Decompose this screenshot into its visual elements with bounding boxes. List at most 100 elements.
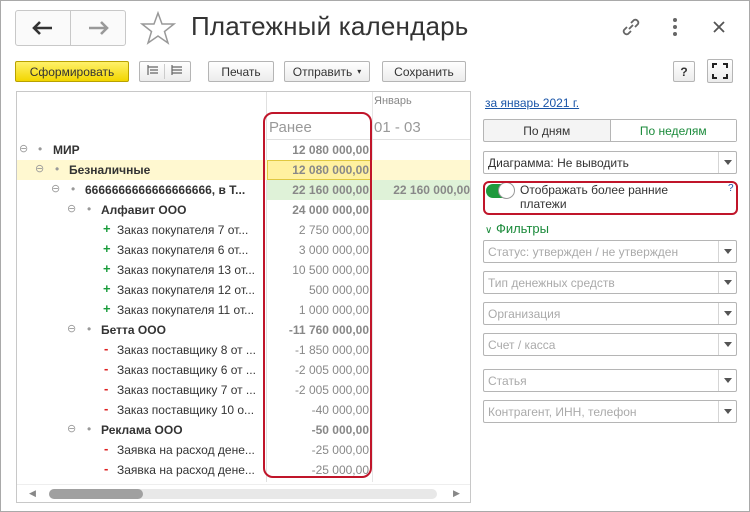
star-icon[interactable] xyxy=(140,11,176,45)
print-button[interactable]: Печать xyxy=(208,61,274,82)
table-row[interactable]: ⊖ • Безналичные 12 080 000,00 xyxy=(17,160,470,180)
row-label: Заказ покупателя 6 от... xyxy=(117,243,249,257)
back-button[interactable] xyxy=(16,11,70,45)
more-icon[interactable] xyxy=(663,15,687,39)
collapse-icon[interactable]: ⊖ xyxy=(51,182,60,195)
filter-placeholder: Организация xyxy=(488,307,561,321)
row-label: Заказ покупателя 7 от... xyxy=(117,223,249,237)
money-type-filter[interactable]: Тип денежных средств xyxy=(483,271,737,294)
arrow-right-icon xyxy=(89,21,109,35)
period-link[interactable]: за январь 2021 г. xyxy=(485,96,579,110)
filters-header[interactable]: ∨ Фильтры xyxy=(485,221,549,236)
send-label: Отправить xyxy=(292,64,353,79)
bullet-icon: • xyxy=(71,182,76,196)
filter-placeholder: Контрагент, ИНН, телефон xyxy=(488,405,637,419)
window: Платежный календарь Сформировать Печать … xyxy=(0,0,750,512)
filters-title: Фильтры xyxy=(495,221,549,236)
save-button[interactable]: Сохранить xyxy=(382,61,466,82)
table-row[interactable]: + Заказ покупателя 12 от... 500 000,00 xyxy=(17,280,470,300)
table-row[interactable]: - Заказ поставщику 10 о... -40 000,00 xyxy=(17,400,470,420)
income-icon: + xyxy=(103,301,111,316)
table-row[interactable]: ⊖ • 6666666666666666666, в Т... 22 160 0… xyxy=(17,180,470,200)
bullet-icon: • xyxy=(87,202,92,216)
highlight-annotation xyxy=(263,112,372,478)
chevron-down-icon: ▾ xyxy=(357,67,362,76)
filter-placeholder: Счет / касса xyxy=(488,338,556,352)
table-row[interactable]: - Заказ поставщику 8 от ... -1 850 000,0… xyxy=(17,340,470,360)
chevron-down-icon[interactable] xyxy=(718,401,736,422)
collapse-icon[interactable]: ⊖ xyxy=(67,202,76,215)
chevron-down-icon[interactable] xyxy=(718,334,736,355)
row-label: Заказ поставщику 7 от ... xyxy=(117,383,256,397)
title-actions xyxy=(619,15,731,39)
expense-icon: - xyxy=(104,341,109,356)
table-row[interactable]: - Заявка на расход дене... -25 000,00 xyxy=(17,460,470,480)
row-label: Заказ поставщику 8 от ... xyxy=(117,343,256,357)
bullet-icon: • xyxy=(38,142,43,156)
collapse-icon[interactable]: ⊖ xyxy=(67,322,76,335)
item-filter[interactable]: Статья xyxy=(483,369,737,392)
table-row[interactable]: ⊖ • Реклама ООО -50 000,00 xyxy=(17,420,470,440)
organization-filter[interactable]: Организация xyxy=(483,302,737,325)
table-row[interactable]: - Заявка на расход дене... -25 000,00 xyxy=(17,440,470,460)
filter-placeholder: Статус: утвержден / не утвержден xyxy=(488,245,679,259)
scroll-thumb[interactable] xyxy=(49,489,143,499)
chevron-down-icon[interactable] xyxy=(718,370,736,391)
table-row[interactable]: + Заказ покупателя 11 от... 1 000 000,00 xyxy=(17,300,470,320)
by-weeks-tab[interactable]: По неделям xyxy=(609,120,736,141)
chevron-down-icon[interactable] xyxy=(718,152,736,173)
table-row[interactable]: - Заказ поставщику 7 от ... -2 005 000,0… xyxy=(17,380,470,400)
send-button[interactable]: Отправить ▾ xyxy=(284,61,370,82)
row-label: Заявка на расход дене... xyxy=(117,443,255,457)
table-row[interactable]: + Заказ покупателя 13 от... 10 500 000,0… xyxy=(17,260,470,280)
scroll-right-icon[interactable]: ▶ xyxy=(453,488,460,499)
expense-icon: - xyxy=(104,401,109,416)
expense-icon: - xyxy=(104,361,109,376)
table-row[interactable]: ⊖ • МИР 12 080 000,00 xyxy=(17,140,470,160)
filter-placeholder: Статья xyxy=(488,374,527,388)
bullet-icon: • xyxy=(87,422,92,436)
highlight-annotation xyxy=(483,181,738,215)
row-label: Бетта ООО xyxy=(101,323,166,337)
income-icon: + xyxy=(103,241,111,256)
scroll-left-icon[interactable]: ◀ xyxy=(29,488,36,499)
fullscreen-icon xyxy=(712,63,728,79)
fullscreen-button[interactable] xyxy=(707,59,733,83)
table-row[interactable]: ⊖ • Алфавит ООО 24 000 000,00 xyxy=(17,200,470,220)
row-label: Алфавит ООО xyxy=(101,203,187,217)
row-label: Реклама ООО xyxy=(101,423,183,437)
generate-button[interactable]: Сформировать xyxy=(15,61,129,82)
by-days-tab[interactable]: По дням xyxy=(484,120,610,141)
close-icon[interactable] xyxy=(707,15,731,39)
tree-view-buttons xyxy=(139,61,191,82)
filter-placeholder: Тип денежных средств xyxy=(488,276,615,290)
counterparty-filter[interactable]: Контрагент, ИНН, телефон xyxy=(483,400,737,423)
table-row[interactable]: ⊖ • Бетта ООО -11 760 000,00 xyxy=(17,320,470,340)
collapse-icon[interactable]: ⊖ xyxy=(35,162,44,175)
forward-button[interactable] xyxy=(70,11,125,45)
collapse-icon[interactable]: ⊖ xyxy=(19,142,28,155)
chevron-down-icon[interactable] xyxy=(718,303,736,324)
row-label: 6666666666666666666, в Т... xyxy=(85,183,246,197)
tree-collapse-icon[interactable] xyxy=(165,64,189,79)
status-filter[interactable]: Статус: утвержден / не утвержден xyxy=(483,240,737,263)
chevron-down-icon: ∨ xyxy=(485,225,493,236)
horizontal-scrollbar[interactable]: ◀ ▶ xyxy=(17,484,470,502)
period-header: 01 - 03 xyxy=(374,119,421,136)
account-filter[interactable]: Счет / касса xyxy=(483,333,737,356)
row-label: Заказ поставщику 6 от ... xyxy=(117,363,256,377)
table-row[interactable]: - Заказ поставщику 6 от ... -2 005 000,0… xyxy=(17,360,470,380)
table-row[interactable]: + Заказ покупателя 7 от... 2 750 000,00 xyxy=(17,220,470,240)
diagram-select[interactable]: Диаграмма: Не выводить xyxy=(483,151,737,174)
income-icon: + xyxy=(103,221,111,236)
chevron-down-icon[interactable] xyxy=(718,241,736,262)
chevron-down-icon[interactable] xyxy=(718,272,736,293)
table-row[interactable]: + Заказ покупателя 6 от... 3 000 000,00 xyxy=(17,240,470,260)
collapse-icon[interactable]: ⊖ xyxy=(67,422,76,435)
income-icon: + xyxy=(103,261,111,276)
row-label: Заявка на расход дене... xyxy=(117,463,255,477)
link-icon[interactable] xyxy=(619,15,643,39)
row-label: МИР xyxy=(53,143,80,157)
tree-expand-icon[interactable] xyxy=(141,64,165,79)
help-button[interactable]: ? xyxy=(673,61,695,82)
